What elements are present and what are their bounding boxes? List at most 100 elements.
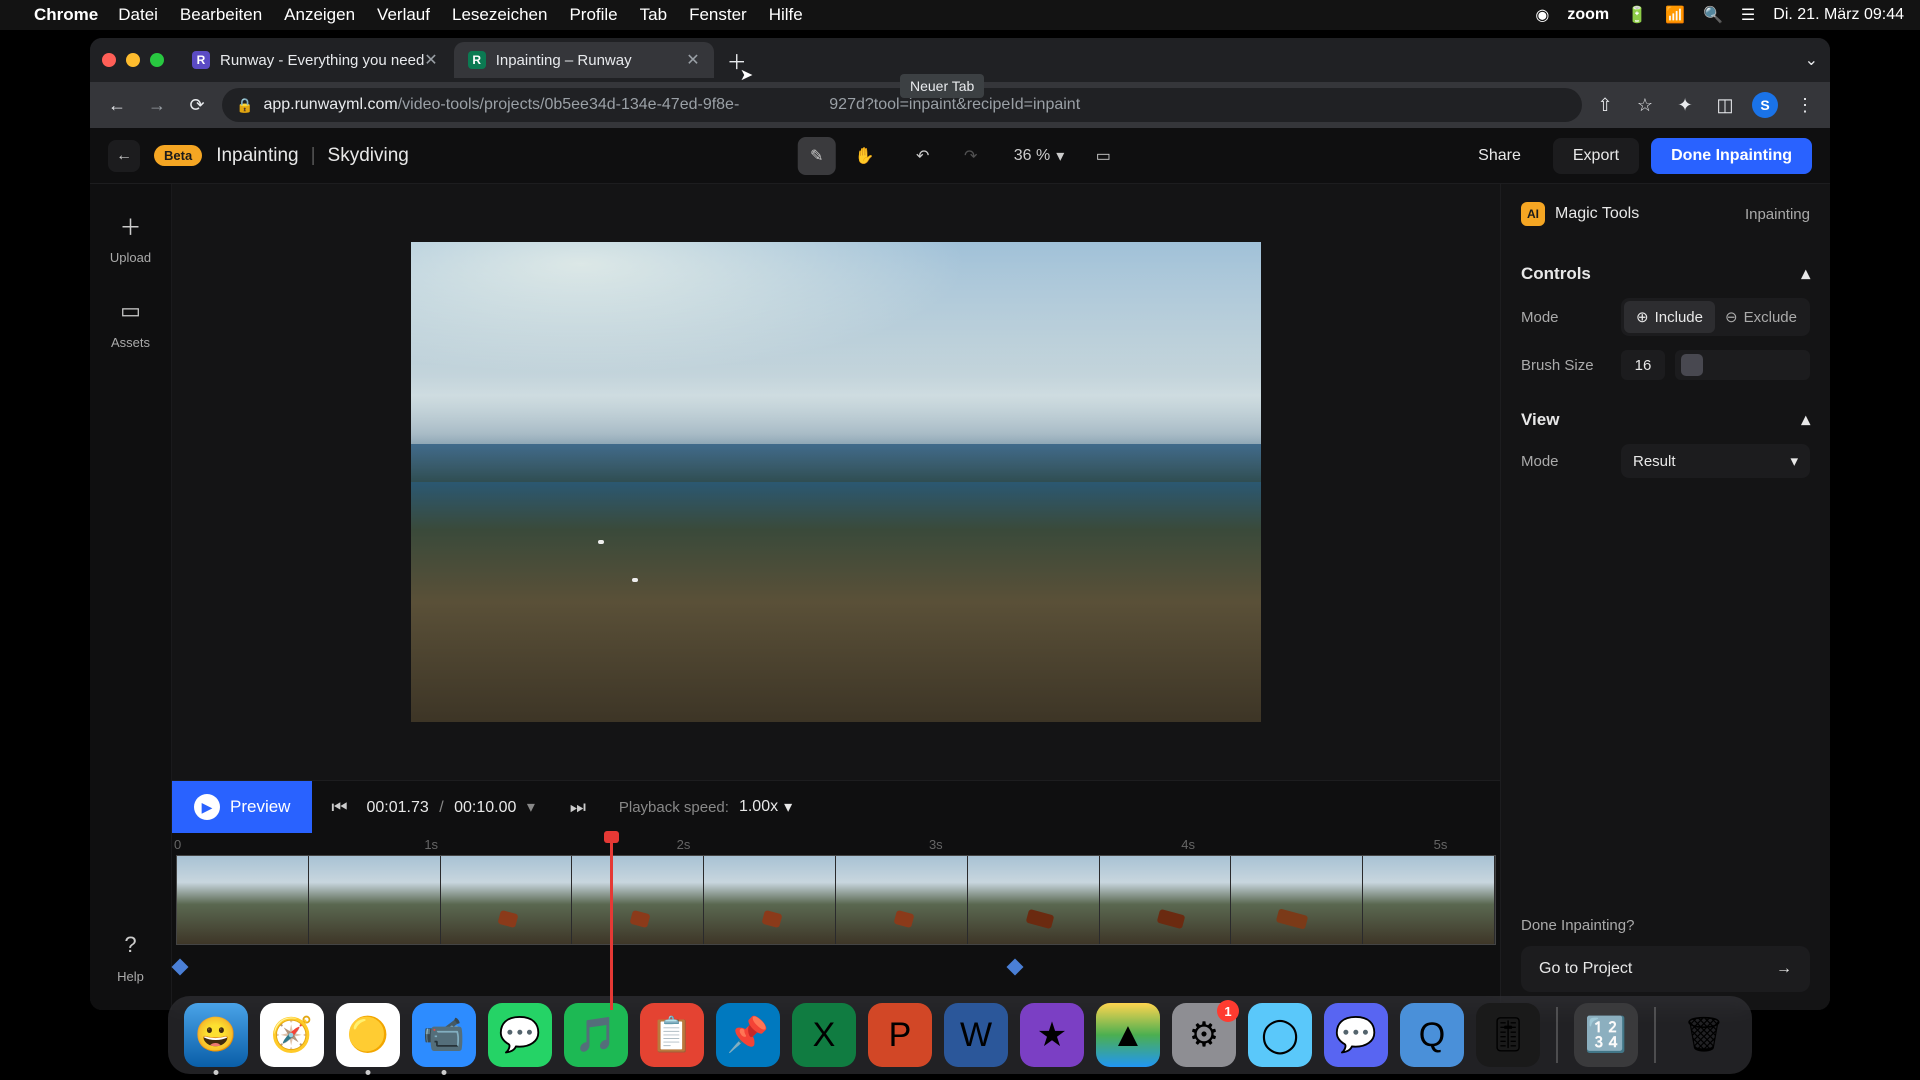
brush-size-slider[interactable]: [1675, 350, 1810, 380]
menu-bearbeiten[interactable]: Bearbeiten: [180, 5, 262, 25]
close-tab-icon[interactable]: ✕: [424, 50, 437, 70]
hand-tool-button[interactable]: ✋: [846, 137, 884, 175]
mode-include-option[interactable]: ⊕ Include: [1624, 301, 1715, 333]
browser-tab-runway-home[interactable]: R Runway - Everything you need ✕: [178, 42, 452, 78]
browser-tab-inpainting[interactable]: R Inpainting – Runway ✕: [454, 42, 714, 78]
dock-word[interactable]: W: [944, 1003, 1008, 1067]
app-back-button[interactable]: ←: [108, 140, 140, 172]
menu-hilfe[interactable]: Hilfe: [769, 5, 803, 25]
share-icon[interactable]: ⇧: [1592, 92, 1618, 118]
video-frame[interactable]: [411, 242, 1261, 722]
skip-start-button[interactable]: ⏮: [322, 790, 356, 824]
menu-verlauf[interactable]: Verlauf: [377, 5, 430, 25]
fit-screen-button[interactable]: ▭: [1084, 137, 1122, 175]
spotlight-icon[interactable]: 🔍: [1703, 5, 1723, 25]
menubar-datetime[interactable]: Di. 21. März 09:44: [1773, 6, 1904, 24]
keyframe-marker[interactable]: [172, 959, 189, 976]
forward-button[interactable]: →: [142, 90, 172, 120]
timeline-thumb[interactable]: [1100, 856, 1232, 944]
new-tab-button[interactable]: ＋ ➤: [722, 45, 752, 75]
timeline-thumb[interactable]: [836, 856, 968, 944]
timeline-thumb[interactable]: [1363, 856, 1495, 944]
maximize-window-button[interactable]: [150, 53, 164, 67]
dock-zoom[interactable]: 📹: [412, 1003, 476, 1067]
keyframe-track[interactable]: [172, 951, 1500, 987]
reload-button[interactable]: ⟳: [182, 90, 212, 120]
preview-button[interactable]: ▶ Preview: [172, 781, 312, 833]
tabs-dropdown-icon[interactable]: ⌄: [1805, 50, 1818, 70]
menu-tab[interactable]: Tab: [640, 5, 667, 25]
timeline-thumb[interactable]: [704, 856, 836, 944]
menu-anzeigen[interactable]: Anzeigen: [284, 5, 355, 25]
skip-end-button[interactable]: ⏭: [561, 790, 595, 824]
rail-upload[interactable]: ＋ Upload: [110, 208, 151, 265]
mode-exclude-option[interactable]: ⊖ Exclude: [1715, 301, 1807, 333]
dock-calculator[interactable]: 🔢: [1574, 1003, 1638, 1067]
zoom-control[interactable]: 36 % ▾: [1014, 146, 1065, 166]
dock-chrome[interactable]: 🟡: [336, 1003, 400, 1067]
control-center-icon[interactable]: ☰: [1741, 5, 1755, 25]
dock-spotify[interactable]: 🎵: [564, 1003, 628, 1067]
zoom-status[interactable]: zoom: [1567, 6, 1609, 24]
timeline-thumb[interactable]: [309, 856, 441, 944]
view-section-header[interactable]: View ▴: [1521, 410, 1810, 430]
sidepanel-icon[interactable]: ◫: [1712, 92, 1738, 118]
dock-trash[interactable]: 🗑: [1672, 1003, 1736, 1067]
brush-size-value[interactable]: 16: [1621, 350, 1665, 380]
record-icon[interactable]: ◉: [1535, 5, 1549, 25]
crumb-tool[interactable]: Inpainting: [216, 145, 298, 167]
dock-safari[interactable]: 🧭: [260, 1003, 324, 1067]
done-inpainting-button[interactable]: Done Inpainting: [1651, 138, 1812, 174]
menu-profile[interactable]: Profile: [569, 5, 617, 25]
chevron-down-icon[interactable]: ▾: [527, 799, 535, 816]
dock-imovie[interactable]: ★: [1020, 1003, 1084, 1067]
brush-tool-button[interactable]: ✎: [798, 137, 836, 175]
menu-datei[interactable]: Datei: [118, 5, 158, 25]
view-mode-select[interactable]: Result ▾: [1621, 444, 1810, 478]
menu-fenster[interactable]: Fenster: [689, 5, 747, 25]
share-button[interactable]: Share: [1458, 138, 1541, 174]
rail-help[interactable]: ? Help: [113, 927, 149, 984]
crumb-project[interactable]: Skydiving: [328, 145, 409, 167]
canvas-viewport[interactable]: [172, 184, 1500, 780]
dock-trello[interactable]: 📌: [716, 1003, 780, 1067]
slider-thumb[interactable]: [1681, 354, 1703, 376]
dock-excel[interactable]: X: [792, 1003, 856, 1067]
dock-whatsapp[interactable]: 💬: [488, 1003, 552, 1067]
chrome-menu-icon[interactable]: ⋮: [1792, 92, 1818, 118]
dock-finder[interactable]: 😀: [184, 1003, 248, 1067]
menu-lesezeichen[interactable]: Lesezeichen: [452, 5, 547, 25]
rail-assets[interactable]: ▭ Assets: [111, 293, 150, 350]
speed-selector[interactable]: 1.00x ▾: [739, 797, 792, 817]
wifi-icon[interactable]: 📶: [1665, 5, 1685, 25]
close-window-button[interactable]: [102, 53, 116, 67]
minimize-window-button[interactable]: [126, 53, 140, 67]
dock-audio-app[interactable]: 🎚: [1476, 1003, 1540, 1067]
timeline-thumbnails[interactable]: [176, 855, 1496, 945]
timeline-thumb[interactable]: [177, 856, 309, 944]
dock-drive[interactable]: ▲: [1096, 1003, 1160, 1067]
timeline-thumb[interactable]: [968, 856, 1100, 944]
playhead[interactable]: [610, 833, 613, 1010]
timeline-thumb[interactable]: [441, 856, 573, 944]
undo-button[interactable]: ↶: [904, 137, 942, 175]
menubar-app-name[interactable]: Chrome: [34, 5, 98, 25]
export-button[interactable]: Export: [1553, 138, 1639, 174]
dock-todoist[interactable]: 📋: [640, 1003, 704, 1067]
dock-app-cyan[interactable]: ◯: [1248, 1003, 1312, 1067]
bookmark-icon[interactable]: ☆: [1632, 92, 1658, 118]
extensions-icon[interactable]: ✦: [1672, 92, 1698, 118]
timeline-thumb[interactable]: [1231, 856, 1363, 944]
close-tab-icon[interactable]: ✕: [686, 50, 699, 70]
dock-discord[interactable]: 💬: [1324, 1003, 1388, 1067]
controls-section-header[interactable]: Controls ▴: [1521, 264, 1810, 284]
profile-avatar[interactable]: S: [1752, 92, 1778, 118]
go-to-project-button[interactable]: Go to Project →: [1521, 946, 1810, 992]
dock-quicktime[interactable]: Q: [1400, 1003, 1464, 1067]
dock-settings[interactable]: ⚙1: [1172, 1003, 1236, 1067]
timeline-ruler[interactable]: 0 1s 2s 3s 4s 5s: [172, 833, 1500, 855]
back-button[interactable]: ←: [102, 90, 132, 120]
timeline-thumb[interactable]: [572, 856, 704, 944]
keyframe-marker[interactable]: [1006, 959, 1023, 976]
panel-title[interactable]: Magic Tools: [1555, 205, 1639, 223]
